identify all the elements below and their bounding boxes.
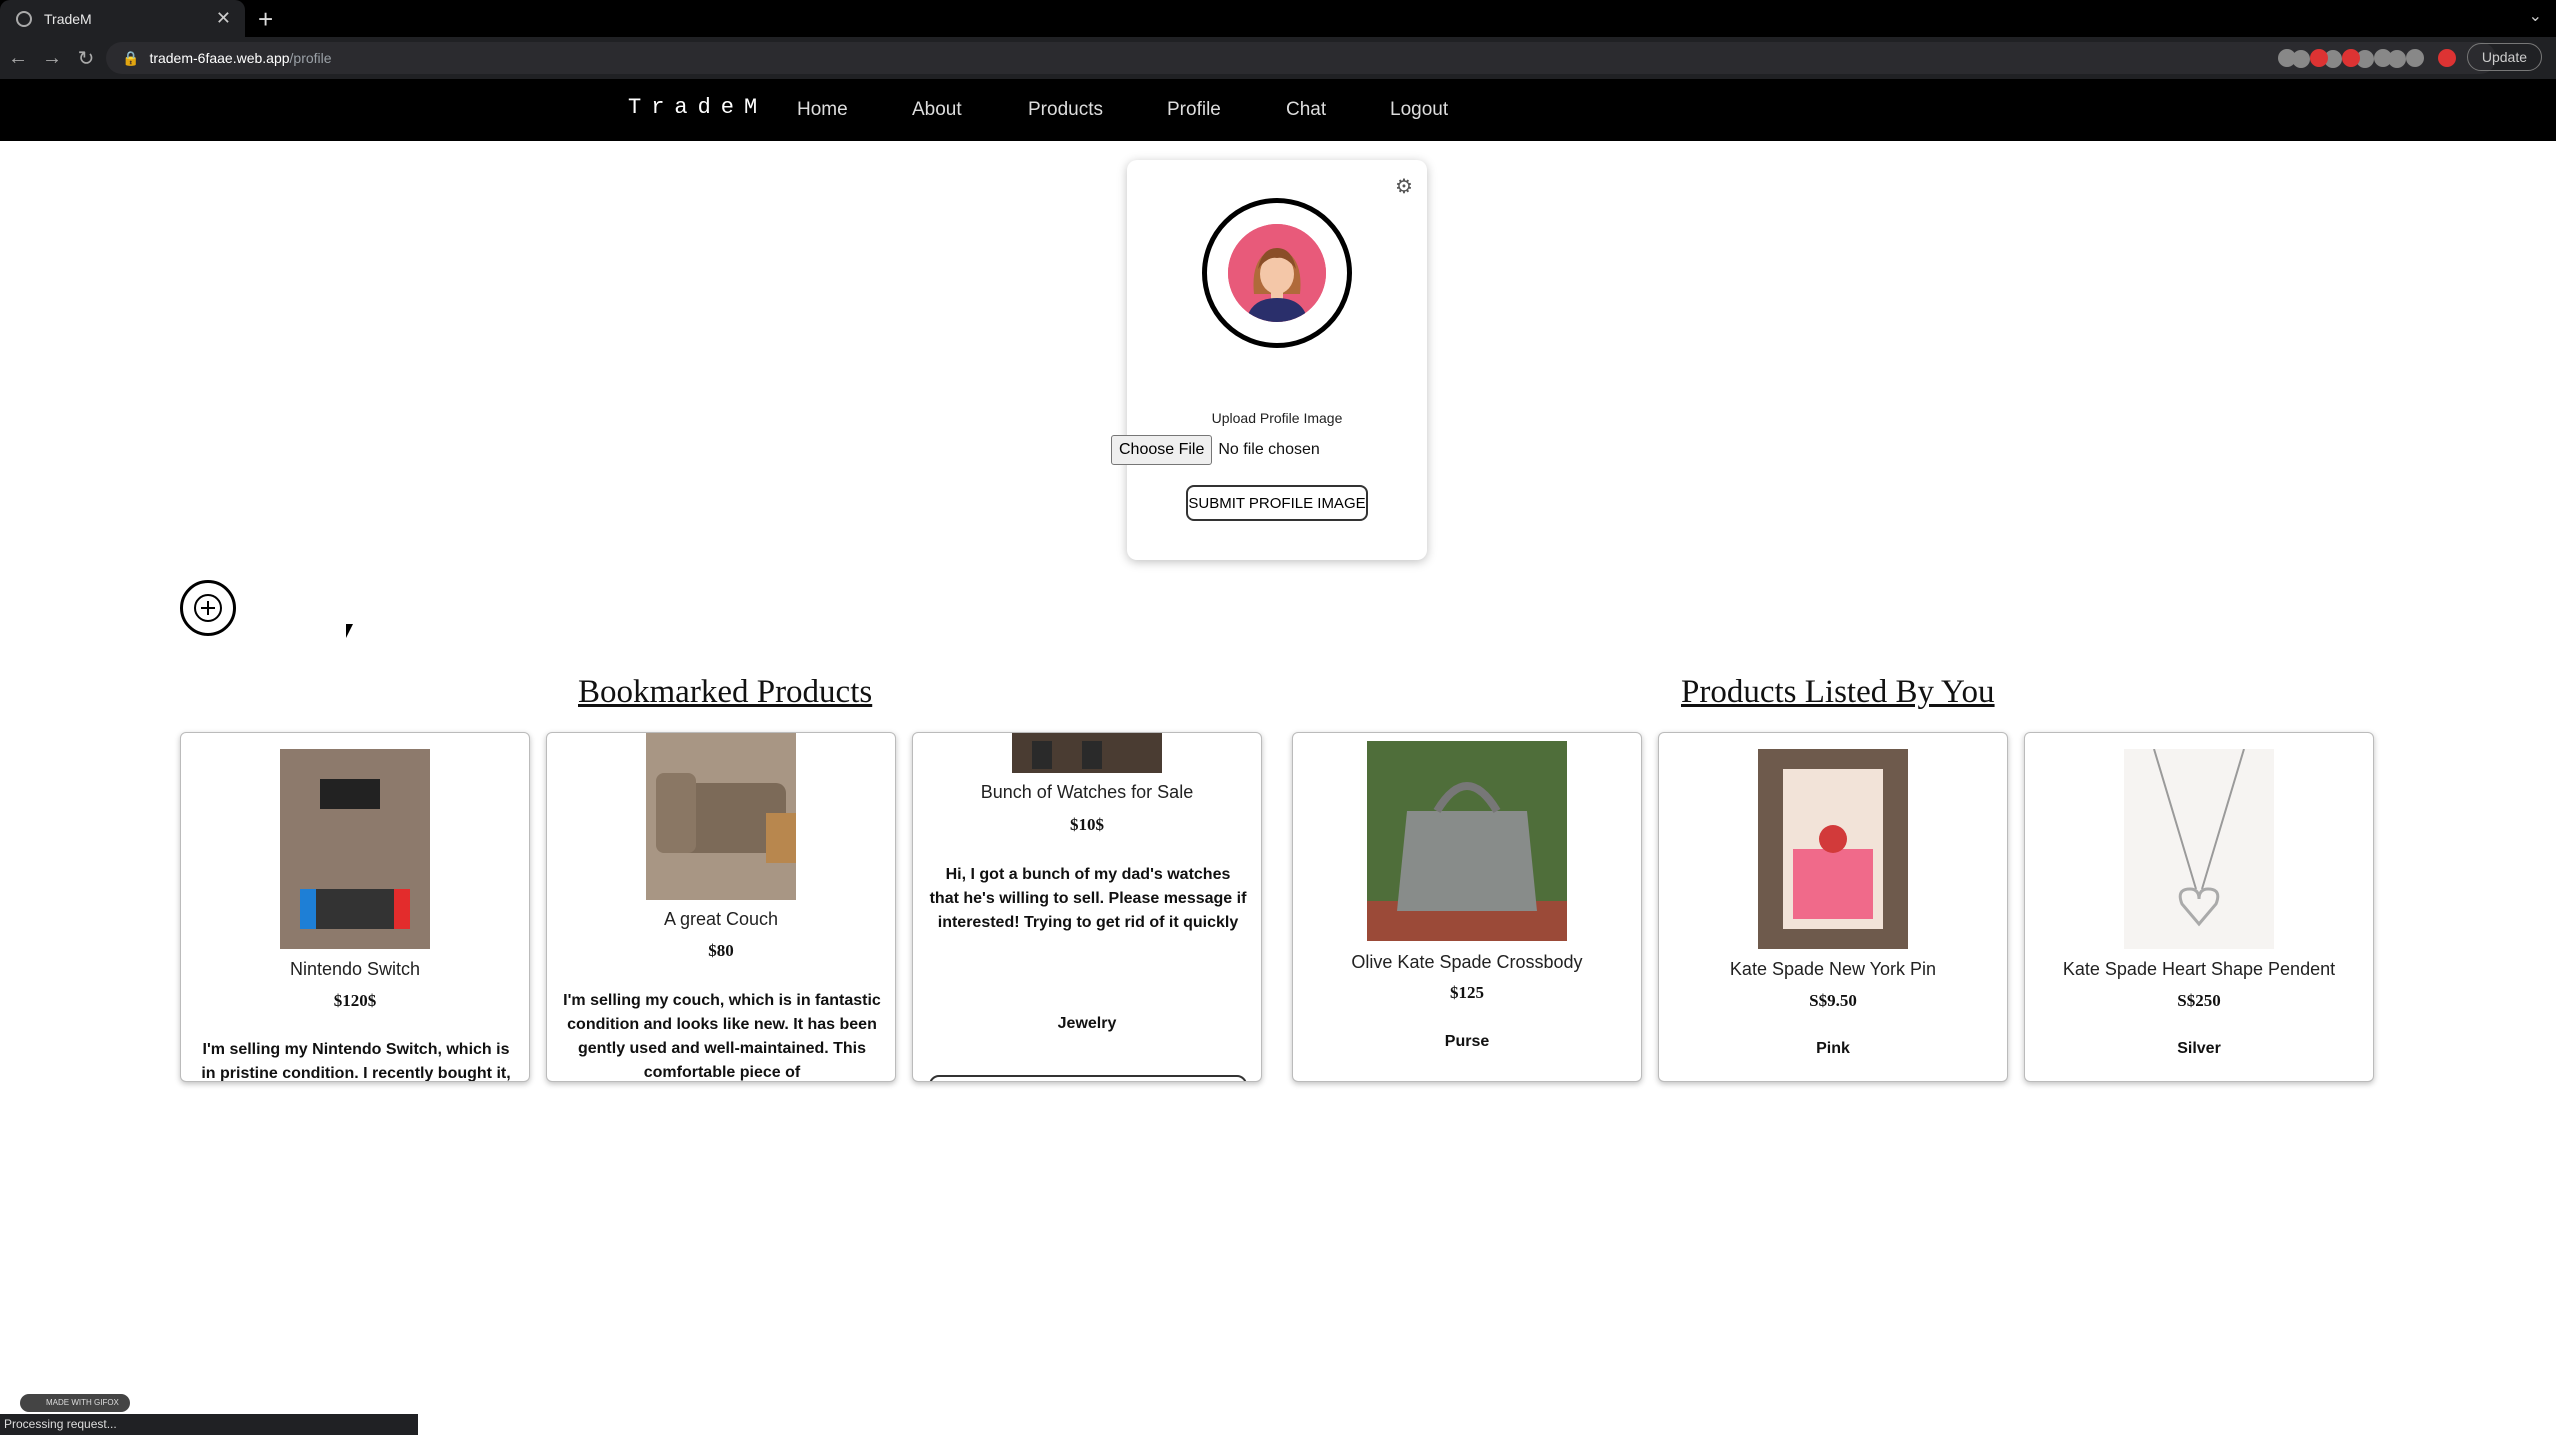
upload-profile-image-label: Upload Profile Image [1211, 410, 1343, 426]
gear-icon[interactable]: ⚙ [1393, 176, 1415, 198]
listed-card[interactable]: Kate Spade New York Pin S$9.50 Pink [1658, 732, 2008, 1082]
add-product-button[interactable] [180, 580, 236, 636]
bookmarked-products-title: Bookmarked Products [578, 674, 873, 710]
new-tab-icon[interactable]: + [258, 4, 273, 35]
product-description: Hi, I got a bunch of my dad's watches th… [929, 866, 1247, 931]
extension-icon[interactable] [2278, 49, 2296, 67]
adblock-icon[interactable] [2342, 49, 2360, 67]
sidebar-icon[interactable] [2406, 49, 2424, 67]
mouse-cursor-icon [346, 624, 353, 638]
nav-profile[interactable]: Profile [1167, 99, 1221, 121]
product-price: $125 [1450, 983, 1484, 1002]
product-price: $80 [708, 941, 734, 960]
nav-logout[interactable]: Logout [1390, 99, 1448, 121]
avatar [1202, 198, 1352, 348]
product-price: S$250 [2177, 991, 2221, 1010]
puzzle-icon[interactable] [2374, 49, 2392, 67]
product-price: S$9.50 [1809, 991, 1857, 1010]
product-name: Kate Spade New York Pin [1729, 959, 1937, 979]
product-category: Jewelry [1057, 1015, 1117, 1032]
product-image [2124, 749, 2274, 949]
bookmarked-card[interactable]: Nintendo Switch $120$ I'm selling my Nin… [180, 732, 530, 1082]
no-file-chosen-text: No file chosen [1218, 441, 1320, 458]
product-category: Silver [2177, 1040, 2221, 1057]
brand-logo[interactable]: TradeM [628, 95, 767, 120]
product-price: $120$ [333, 991, 377, 1010]
profile-avatar-icon[interactable] [2438, 49, 2456, 67]
product-name: Nintendo Switch [289, 959, 421, 979]
bookmarked-card[interactable]: Bunch of Watches for Sale $10$ Hi, I got… [912, 732, 1262, 1082]
tab-title: TradeM [44, 10, 92, 27]
product-image [280, 749, 430, 949]
product-image [1758, 749, 1908, 949]
reload-icon[interactable]: ↻ [70, 46, 102, 71]
forward-arrow-icon[interactable]: → [36, 47, 68, 70]
globe-icon [16, 10, 32, 27]
gifox-badge: MADE WITH GIFOX [20, 1394, 130, 1412]
product-category: Purse [1444, 1033, 1490, 1050]
products-listed-title: Products Listed By You [1681, 674, 1995, 710]
listed-card[interactable]: Olive Kate Spade Crossbody $125 Purse [1292, 732, 1642, 1082]
url-path: /profile [289, 50, 332, 66]
nav-chat[interactable]: Chat [1286, 99, 1326, 121]
site-navbar: TradeM Home About Products Profile Chat … [0, 79, 2556, 141]
plus-icon [194, 594, 222, 622]
submit-profile-image-button[interactable]: SUBMIT PROFILE IMAGE [1186, 485, 1368, 521]
product-image [1367, 741, 1567, 941]
product-category: Pink [1816, 1040, 1850, 1057]
address-bar[interactable]: 🔒 tradem-6faae.web.app /profile [106, 42, 2496, 74]
back-arrow-icon[interactable]: ← [2, 47, 34, 70]
nav-home[interactable]: Home [797, 99, 848, 121]
close-tab-icon[interactable]: ✕ [216, 8, 231, 29]
file-input[interactable]: Choose File No file chosen [1111, 435, 1320, 465]
choose-file-button[interactable]: Choose File [1111, 435, 1213, 465]
browser-toolbar: ← → ↻ 🔒 tradem-6faae.web.app /profile Up… [0, 37, 2556, 79]
url-host: tradem-6faae.web.app [149, 50, 290, 66]
chevron-down-icon[interactable]: ⌄ [2529, 6, 2542, 26]
product-description: I'm selling my Nintendo Switch, which is… [201, 1041, 511, 1082]
product-image [1012, 733, 1162, 773]
update-button[interactable]: Update [2466, 43, 2542, 71]
listed-card[interactable]: Kate Spade Heart Shape Pendent S$250 Sil… [2024, 732, 2374, 1082]
product-name: Bunch of Watches for Sale [980, 782, 1194, 802]
bookmarked-card[interactable]: A great Couch $80 I'm selling my couch, … [546, 732, 896, 1082]
profile-card: ⚙ Upload Profile Image Choose File No fi… [1111, 160, 1427, 560]
nav-about[interactable]: About [912, 99, 962, 121]
product-description: I'm selling my couch, which is in fantas… [563, 992, 881, 1081]
product-price: $10$ [1070, 815, 1104, 834]
nav-products[interactable]: Products [1028, 99, 1103, 121]
lock-icon: 🔒 [122, 49, 140, 66]
extension-red-icon[interactable] [2310, 49, 2328, 67]
browser-tab[interactable]: TradeM ✕ [0, 0, 245, 37]
product-name: Olive Kate Spade Crossbody [1351, 952, 1583, 972]
card-action-button[interactable] [929, 1075, 1247, 1081]
browser-status-bar: Processing request... [0, 1414, 418, 1435]
avatar-image [1228, 224, 1326, 322]
product-image [646, 733, 796, 900]
browser-tab-strip: TradeM ✕ + ⌄ [0, 0, 2556, 37]
product-name: A great Couch [663, 909, 779, 929]
extension-toolbar [2278, 49, 2456, 67]
product-name: Kate Spade Heart Shape Pendent [2062, 959, 2336, 979]
